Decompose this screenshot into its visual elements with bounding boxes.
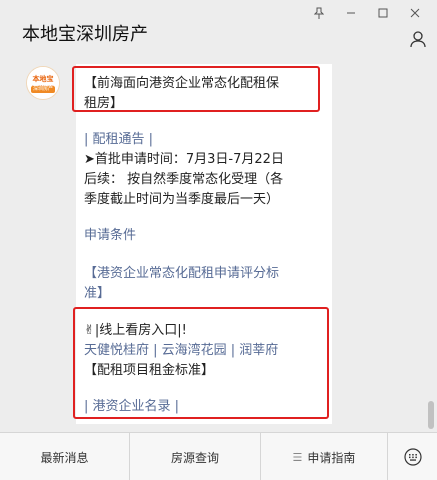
window-header: 本地宝深圳房产: [0, 0, 437, 64]
avatar-brand: 本地宝: [27, 67, 59, 85]
highlight-box-top: [72, 66, 320, 112]
message-line-followup: 后续： 按自然季度常态化受理（各: [84, 172, 284, 187]
scrollbar[interactable]: [428, 401, 434, 429]
maximize-icon[interactable]: [367, 4, 399, 22]
link-scoring-1[interactable]: 【港资企业常态化配租申请评分标: [84, 262, 279, 281]
link-notice[interactable]: | 配租通告 |: [84, 128, 153, 147]
bottom-menu: 最新消息 房源查询 ☰ 申请指南: [0, 432, 437, 480]
message-line-date: ➤首批申请时间：7月3日-7月22日: [84, 152, 284, 167]
keyboard-icon[interactable]: [388, 433, 437, 480]
close-icon[interactable]: [399, 4, 431, 22]
highlight-box-bottom: [73, 307, 329, 419]
message-line-deadline: 季度截止时间为当季度最后一天）: [84, 192, 280, 207]
menu-latest-news[interactable]: 最新消息: [0, 433, 130, 480]
menu-application-guide-label: 申请指南: [307, 450, 356, 465]
minimize-icon[interactable]: [335, 4, 367, 22]
window-controls: [303, 4, 431, 22]
chat-title: 本地宝深圳房产: [22, 24, 148, 45]
link-conditions[interactable]: 申请条件: [84, 224, 136, 243]
avatar-tag: 深圳房产: [31, 86, 55, 93]
pin-icon[interactable]: [303, 4, 335, 22]
avatar[interactable]: 本地宝 bendibao.com 深圳房产: [26, 66, 60, 100]
person-icon[interactable]: [409, 30, 427, 48]
menu-application-guide[interactable]: ☰ 申请指南: [261, 433, 388, 480]
menu-listing-search[interactable]: 房源查询: [130, 433, 261, 480]
submenu-icon: ☰: [292, 450, 303, 464]
chat-area[interactable]: 本地宝 bendibao.com 深圳房产 【前海面向港资企业常态化配租保 租房…: [0, 64, 437, 431]
link-scoring-2[interactable]: 准】: [84, 282, 110, 301]
